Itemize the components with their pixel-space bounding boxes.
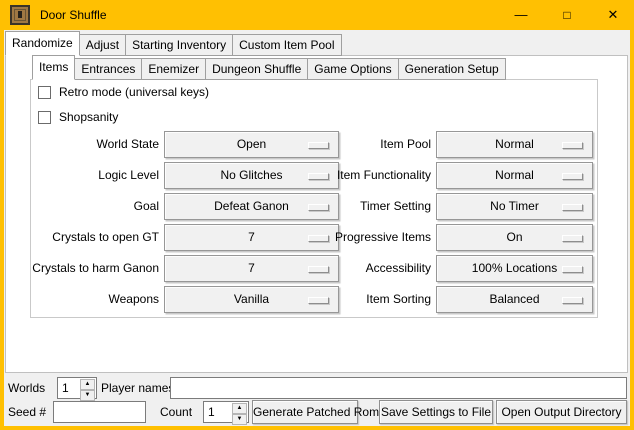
- generate-rom-button[interactable]: Generate Patched Rom: [252, 400, 358, 424]
- item-functionality-label: Item Functionality: [289, 162, 431, 189]
- progressive-items-label: Progressive Items: [289, 224, 431, 251]
- item-functionality-value: Normal: [495, 168, 534, 182]
- goal-label: Goal: [14, 193, 159, 220]
- world-state-label: World State: [14, 131, 159, 158]
- item-pool-dropdown[interactable]: Normal: [436, 131, 593, 158]
- worlds-spinner[interactable]: 1 ▲ ▼: [57, 377, 97, 399]
- item-sorting-dropdown[interactable]: Balanced: [436, 286, 593, 313]
- spinner-down-icon[interactable]: ▼: [232, 414, 247, 425]
- accessibility-dropdown[interactable]: 100% Locations: [436, 255, 593, 282]
- weapons-label: Weapons: [14, 286, 159, 313]
- crystals-gt-value: 7: [248, 230, 255, 244]
- crystals-ganon-value: 7: [248, 261, 255, 275]
- accessibility-value: 100% Locations: [472, 261, 557, 275]
- count-label: Count: [160, 401, 192, 423]
- player-names-input[interactable]: [170, 377, 627, 399]
- tab-randomize[interactable]: Randomize: [5, 31, 80, 56]
- minimize-icon: —: [515, 7, 528, 22]
- count-spinner[interactable]: 1 ▲ ▼: [203, 401, 249, 423]
- goal-value: Defeat Ganon: [214, 199, 289, 213]
- count-value: 1: [208, 402, 215, 422]
- crystals-gt-label: Crystals to open GT: [14, 224, 159, 251]
- dropdown-indicator-icon: [562, 266, 583, 273]
- dropdown-indicator-icon: [562, 235, 583, 242]
- progressive-items-value: On: [506, 230, 522, 244]
- timer-setting-value: No Timer: [490, 199, 539, 213]
- retro-mode-label: Retro mode (universal keys): [59, 85, 209, 99]
- world-state-value: Open: [237, 137, 266, 151]
- open-output-button[interactable]: Open Output Directory: [496, 400, 627, 424]
- save-settings-button[interactable]: Save Settings to File: [379, 400, 493, 424]
- weapons-value: Vanilla: [234, 292, 269, 306]
- seed-label: Seed #: [8, 401, 46, 423]
- inner-tab-row: Items Entrances Enemizer Dungeon Shuffle…: [32, 56, 505, 80]
- tab-starting-inventory[interactable]: Starting Inventory: [125, 34, 233, 56]
- tab-adjust[interactable]: Adjust: [79, 34, 126, 56]
- retro-mode-checkbox-row[interactable]: Retro mode (universal keys): [38, 85, 209, 99]
- window-title: Door Shuffle: [40, 0, 107, 30]
- item-pool-value: Normal: [495, 137, 534, 151]
- tab-generation-setup[interactable]: Generation Setup: [398, 58, 506, 80]
- tab-enemizer[interactable]: Enemizer: [141, 58, 206, 80]
- item-functionality-dropdown[interactable]: Normal: [436, 162, 593, 189]
- shopsanity-checkbox[interactable]: [38, 111, 51, 124]
- maximize-button[interactable]: □: [550, 0, 584, 30]
- tab-custom-item-pool[interactable]: Custom Item Pool: [232, 34, 341, 56]
- shopsanity-label: Shopsanity: [59, 110, 118, 124]
- worlds-label: Worlds: [8, 377, 45, 399]
- timer-setting-label: Timer Setting: [289, 193, 431, 220]
- tab-entrances[interactable]: Entrances: [74, 58, 142, 80]
- count-spinner-arrows: ▲ ▼: [232, 403, 247, 421]
- close-icon: ✕: [608, 7, 619, 22]
- worlds-spinner-arrows: ▲ ▼: [80, 379, 95, 397]
- item-sorting-value: Balanced: [489, 292, 539, 306]
- retro-mode-checkbox[interactable]: [38, 86, 51, 99]
- player-names-label: Player names: [101, 377, 174, 399]
- seed-input[interactable]: [53, 401, 146, 423]
- item-pool-label: Item Pool: [289, 131, 431, 158]
- outer-tab-row: Randomize Adjust Starting Inventory Cust…: [5, 32, 341, 56]
- titlebar[interactable]: Door Shuffle — □ ✕: [0, 0, 634, 30]
- spinner-up-icon[interactable]: ▲: [232, 403, 247, 414]
- tab-items[interactable]: Items: [32, 55, 75, 80]
- timer-setting-dropdown[interactable]: No Timer: [436, 193, 593, 220]
- crystals-ganon-label: Crystals to harm Ganon: [14, 255, 159, 282]
- item-sorting-label: Item Sorting: [289, 286, 431, 313]
- close-button[interactable]: ✕: [596, 0, 630, 30]
- shopsanity-checkbox-row[interactable]: Shopsanity: [38, 110, 118, 124]
- logic-level-value: No Glitches: [220, 168, 282, 182]
- tab-game-options[interactable]: Game Options: [307, 58, 398, 80]
- dropdown-indicator-icon: [562, 173, 583, 180]
- app-door-icon: [10, 5, 30, 25]
- spinner-up-icon[interactable]: ▲: [80, 379, 95, 390]
- minimize-button[interactable]: —: [504, 0, 538, 30]
- dropdown-indicator-icon: [562, 297, 583, 304]
- logic-level-label: Logic Level: [14, 162, 159, 189]
- progressive-items-dropdown[interactable]: On: [436, 224, 593, 251]
- dropdown-indicator-icon: [562, 204, 583, 211]
- window-body: Door Shuffle — □ ✕ Randomize Adjust Star…: [4, 0, 630, 426]
- dropdown-indicator-icon: [562, 142, 583, 149]
- worlds-value: 1: [62, 378, 69, 398]
- maximize-icon: □: [563, 8, 570, 22]
- tab-dungeon-shuffle[interactable]: Dungeon Shuffle: [205, 58, 308, 80]
- spinner-down-icon[interactable]: ▼: [80, 390, 95, 401]
- accessibility-label: Accessibility: [289, 255, 431, 282]
- door-shuffle-window: Door Shuffle — □ ✕ Randomize Adjust Star…: [0, 0, 634, 430]
